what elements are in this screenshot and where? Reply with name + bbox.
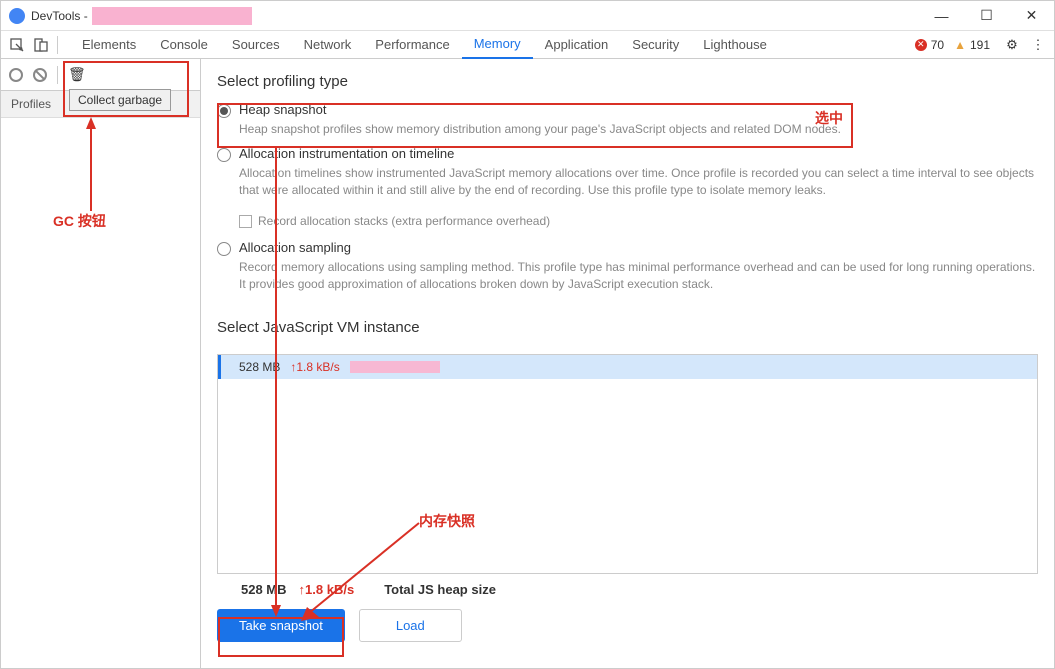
tab-performance[interactable]: Performance	[363, 31, 461, 59]
devtools-icon	[9, 8, 25, 24]
record-icon[interactable]	[9, 68, 23, 82]
allocation-sampling-desc: Record memory allocations using sampling…	[239, 259, 1038, 293]
error-icon: ✕	[915, 39, 927, 51]
option-heap-snapshot[interactable]: Heap snapshot Heap snapshot profiles sho…	[217, 102, 1038, 138]
radio-allocation-sampling[interactable]	[217, 242, 231, 256]
inspect-icon[interactable]	[5, 33, 29, 57]
minimize-button[interactable]: —	[919, 1, 964, 31]
tab-lighthouse[interactable]: Lighthouse	[691, 31, 779, 59]
clear-icon[interactable]	[33, 68, 47, 82]
vm-size: 528 MB	[239, 360, 280, 374]
title-redaction	[92, 7, 252, 25]
warning-icon: ▲	[954, 38, 966, 52]
heap-snapshot-title: Heap snapshot	[239, 102, 1038, 117]
tab-application[interactable]: Application	[533, 31, 621, 59]
error-count[interactable]: 70	[931, 38, 944, 52]
device-icon[interactable]	[29, 33, 53, 57]
vm-instance-heading: Select JavaScript VM instance	[217, 319, 1038, 336]
load-button[interactable]: Load	[359, 609, 462, 642]
more-icon[interactable]: ⋮	[1026, 33, 1050, 57]
record-stacks-label: Record allocation stacks (extra performa…	[258, 214, 550, 228]
vm-rate: ↑1.8 kB/s	[290, 360, 339, 374]
tab-elements[interactable]: Elements	[70, 31, 148, 59]
tab-memory[interactable]: Memory	[462, 31, 533, 59]
radio-heap-snapshot[interactable]	[217, 104, 231, 118]
profiling-type-heading: Select profiling type	[217, 73, 1038, 90]
window-title: DevTools -	[31, 9, 88, 23]
maximize-button[interactable]: ☐	[964, 1, 1009, 31]
footer-label: Total JS heap size	[384, 582, 496, 597]
allocation-sampling-title: Allocation sampling	[239, 240, 1038, 255]
titlebar: DevTools - — ☐ ✕	[1, 1, 1054, 31]
allocation-timeline-desc: Allocation timelines show instrumented J…	[239, 165, 1038, 199]
footer-size: 528 MB	[241, 582, 287, 597]
radio-allocation-timeline[interactable]	[217, 148, 231, 162]
take-snapshot-button[interactable]: Take snapshot	[217, 609, 345, 642]
tab-network[interactable]: Network	[292, 31, 364, 59]
devtools-toolbar: Elements Console Sources Network Perform…	[1, 31, 1054, 59]
tab-security[interactable]: Security	[620, 31, 691, 59]
footer-rate: ↑1.8 kB/s	[299, 582, 355, 597]
close-button[interactable]: ✕	[1009, 1, 1054, 31]
footer-stats: 528 MB ↑1.8 kB/s Total JS heap size	[217, 574, 1038, 605]
settings-icon[interactable]: ⚙	[1000, 33, 1024, 57]
record-stacks-row[interactable]: Record allocation stacks (extra performa…	[239, 214, 1038, 228]
allocation-timeline-title: Allocation instrumentation on timeline	[239, 146, 1038, 161]
tab-console[interactable]: Console	[148, 31, 220, 59]
record-stacks-checkbox[interactable]	[239, 215, 252, 228]
vm-instance-list: 528 MB ↑1.8 kB/s	[217, 354, 1038, 574]
panel-tabs: Elements Console Sources Network Perform…	[70, 31, 779, 59]
warning-count[interactable]: 191	[970, 38, 990, 52]
gc-tooltip: Collect garbage	[69, 89, 171, 111]
sidebar: 🗑 Profiles	[1, 59, 201, 668]
tab-sources[interactable]: Sources	[220, 31, 292, 59]
garbage-collect-icon[interactable]: 🗑	[68, 66, 86, 83]
option-allocation-sampling[interactable]: Allocation sampling Record memory alloca…	[217, 240, 1038, 293]
vm-bar	[350, 361, 440, 373]
heap-snapshot-desc: Heap snapshot profiles show memory distr…	[239, 121, 1038, 138]
memory-panel: Select profiling type Heap snapshot Heap…	[201, 59, 1054, 668]
vm-instance-row[interactable]: 528 MB ↑1.8 kB/s	[218, 355, 1037, 379]
option-allocation-timeline[interactable]: Allocation instrumentation on timeline A…	[217, 146, 1038, 199]
